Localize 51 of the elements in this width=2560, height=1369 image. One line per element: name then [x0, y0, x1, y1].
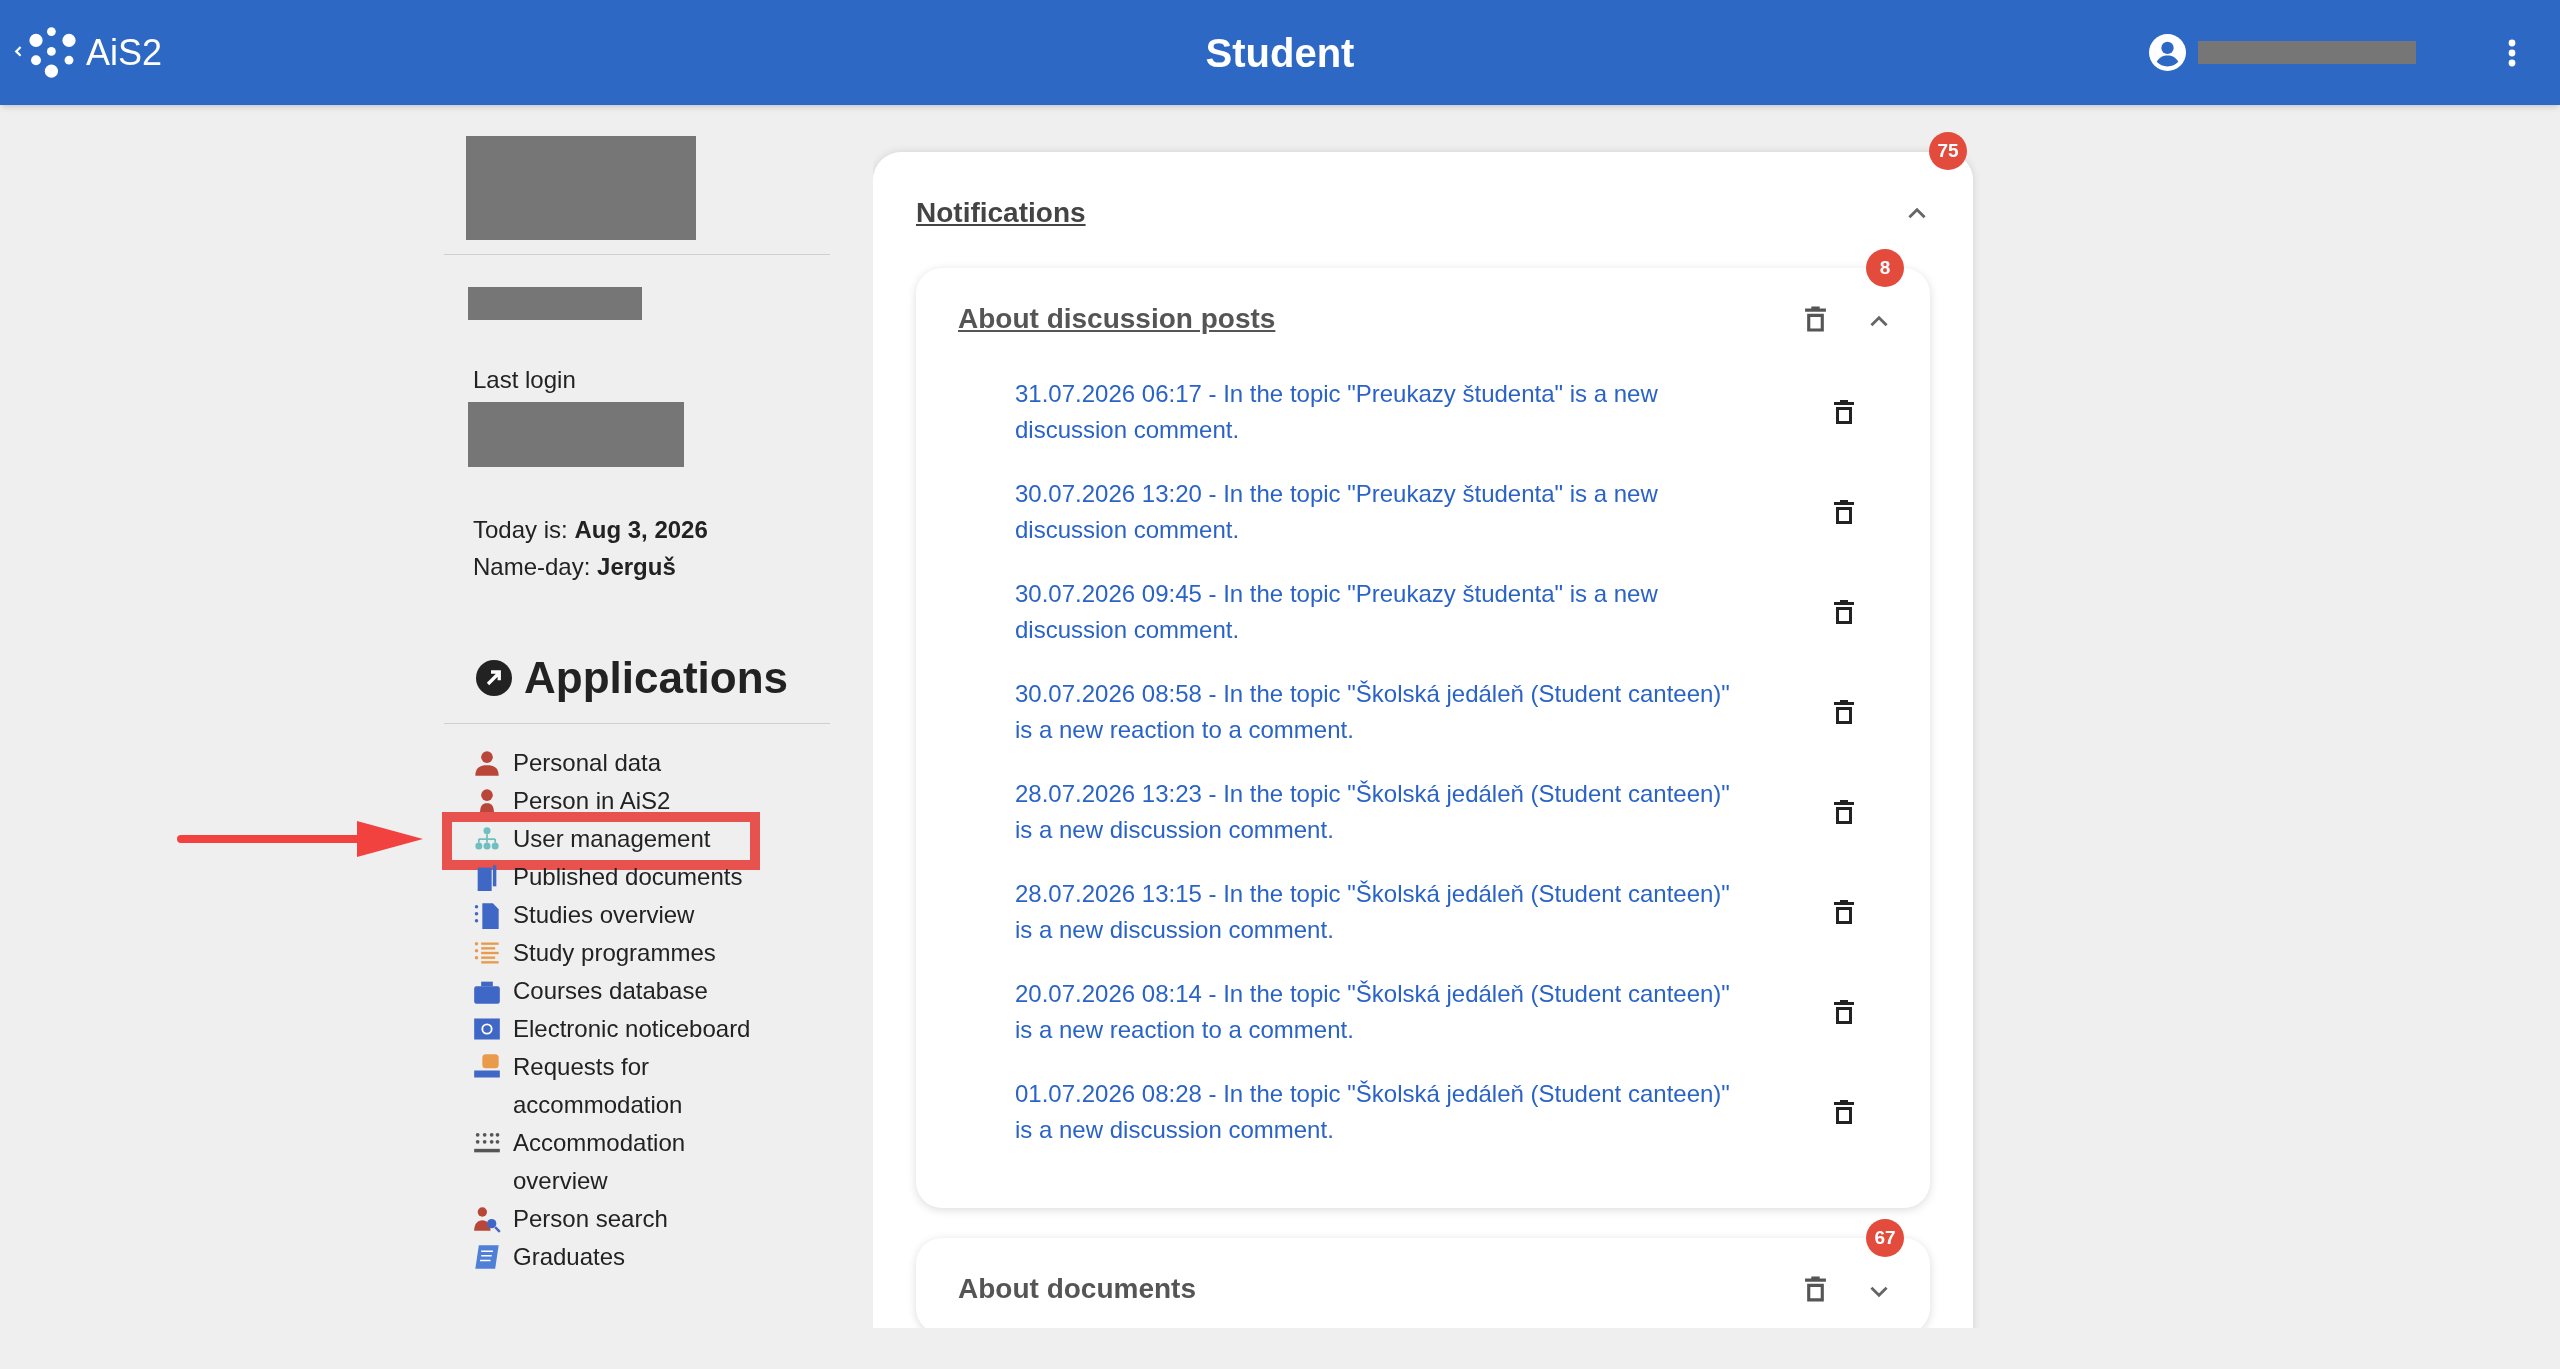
- group-title[interactable]: About discussion posts: [958, 298, 1276, 340]
- application-link[interactable]: Accommodation overview: [513, 1124, 763, 1200]
- bed-chat-icon: [473, 1053, 501, 1081]
- document-list-icon: [473, 901, 501, 929]
- application-link[interactable]: Requests for accommodation: [513, 1048, 763, 1124]
- group-title[interactable]: About documents: [958, 1268, 1196, 1310]
- scroll-icon: [473, 1243, 501, 1271]
- delete-icon[interactable]: [1832, 898, 1856, 926]
- today-text: Today is: Aug 3, 2026: [473, 515, 709, 545]
- external-link-icon: [476, 660, 512, 696]
- application-link[interactable]: Studies overview: [513, 896, 763, 934]
- person-icon: [473, 749, 501, 777]
- application-link[interactable]: Published documents: [513, 858, 763, 896]
- delete-icon[interactable]: [1832, 798, 1856, 826]
- count-badge: 8: [1866, 249, 1904, 287]
- notification-link[interactable]: 30.07.2026 13:20 - In the topic "Preukazy študenta" is a new discussion comment.: [1015, 476, 1747, 548]
- notification-link[interactable]: 20.07.2026 08:14 - In the topic "Školská jedáleň (Student canteen)" is a new reaction to a comment.: [1015, 976, 1747, 1048]
- notification-link[interactable]: 28.07.2026 13:23 - In the topic "Školská jedáleň (Student canteen)" is a new discussion comment.: [1015, 776, 1747, 848]
- section-title[interactable]: Notifications: [916, 192, 1086, 234]
- count-badge: 75: [1929, 132, 1967, 170]
- application-link[interactable]: Personal data: [513, 744, 763, 782]
- application-link[interactable]: Person in AiS2: [513, 782, 763, 820]
- application-link[interactable]: Person search: [513, 1200, 763, 1238]
- notification-link[interactable]: 30.07.2026 08:58 - In the topic "Školská jedáleň (Student canteen)" is a new reaction to a comment.: [1015, 676, 1747, 748]
- list-icon: [473, 939, 501, 967]
- delete-icon[interactable]: [1803, 304, 1828, 334]
- notification-link[interactable]: 28.07.2026 13:15 - In the topic "Školská jedáleň (Student canteen)" is a new discussion comment.: [1015, 876, 1747, 948]
- delete-icon[interactable]: [1832, 598, 1856, 626]
- logo-text: AiS2: [86, 30, 163, 75]
- application-link[interactable]: Graduates: [513, 1238, 763, 1276]
- account-icon[interactable]: [2149, 34, 2186, 71]
- count-badge: 67: [1866, 1219, 1904, 1257]
- application-link[interactable]: Electronic noticeboard: [513, 1010, 763, 1048]
- delete-icon[interactable]: [1803, 1274, 1828, 1304]
- delete-icon[interactable]: [1832, 498, 1856, 526]
- delete-icon[interactable]: [1832, 398, 1856, 426]
- applications-heading: Applications: [524, 652, 789, 704]
- page-title: Student: [1205, 29, 1355, 77]
- application-link[interactable]: Courses database: [513, 972, 763, 1010]
- person-search-icon: [473, 1205, 501, 1233]
- notification-link[interactable]: 31.07.2026 06:17 - In the topic "Preukazy študenta" is a new discussion comment.: [1015, 376, 1747, 448]
- delete-icon[interactable]: [1832, 1098, 1856, 1126]
- last-login-label: Last login: [473, 365, 577, 395]
- notification-link[interactable]: 30.07.2026 09:45 - In the topic "Preukazy študenta" is a new discussion comment.: [1015, 576, 1747, 648]
- more-menu-icon[interactable]: [2508, 38, 2516, 67]
- delete-icon[interactable]: [1832, 698, 1856, 726]
- application-link[interactable]: User management: [513, 820, 763, 858]
- application-link[interactable]: Study programmes: [513, 934, 763, 972]
- delete-icon[interactable]: [1832, 998, 1856, 1026]
- nameday-text: Name-day: Jerguš: [473, 552, 677, 582]
- notification-link[interactable]: 01.07.2026 08:28 - In the topic "Školská jedáleň (Student canteen)" is a new discussion comment.: [1015, 1076, 1747, 1148]
